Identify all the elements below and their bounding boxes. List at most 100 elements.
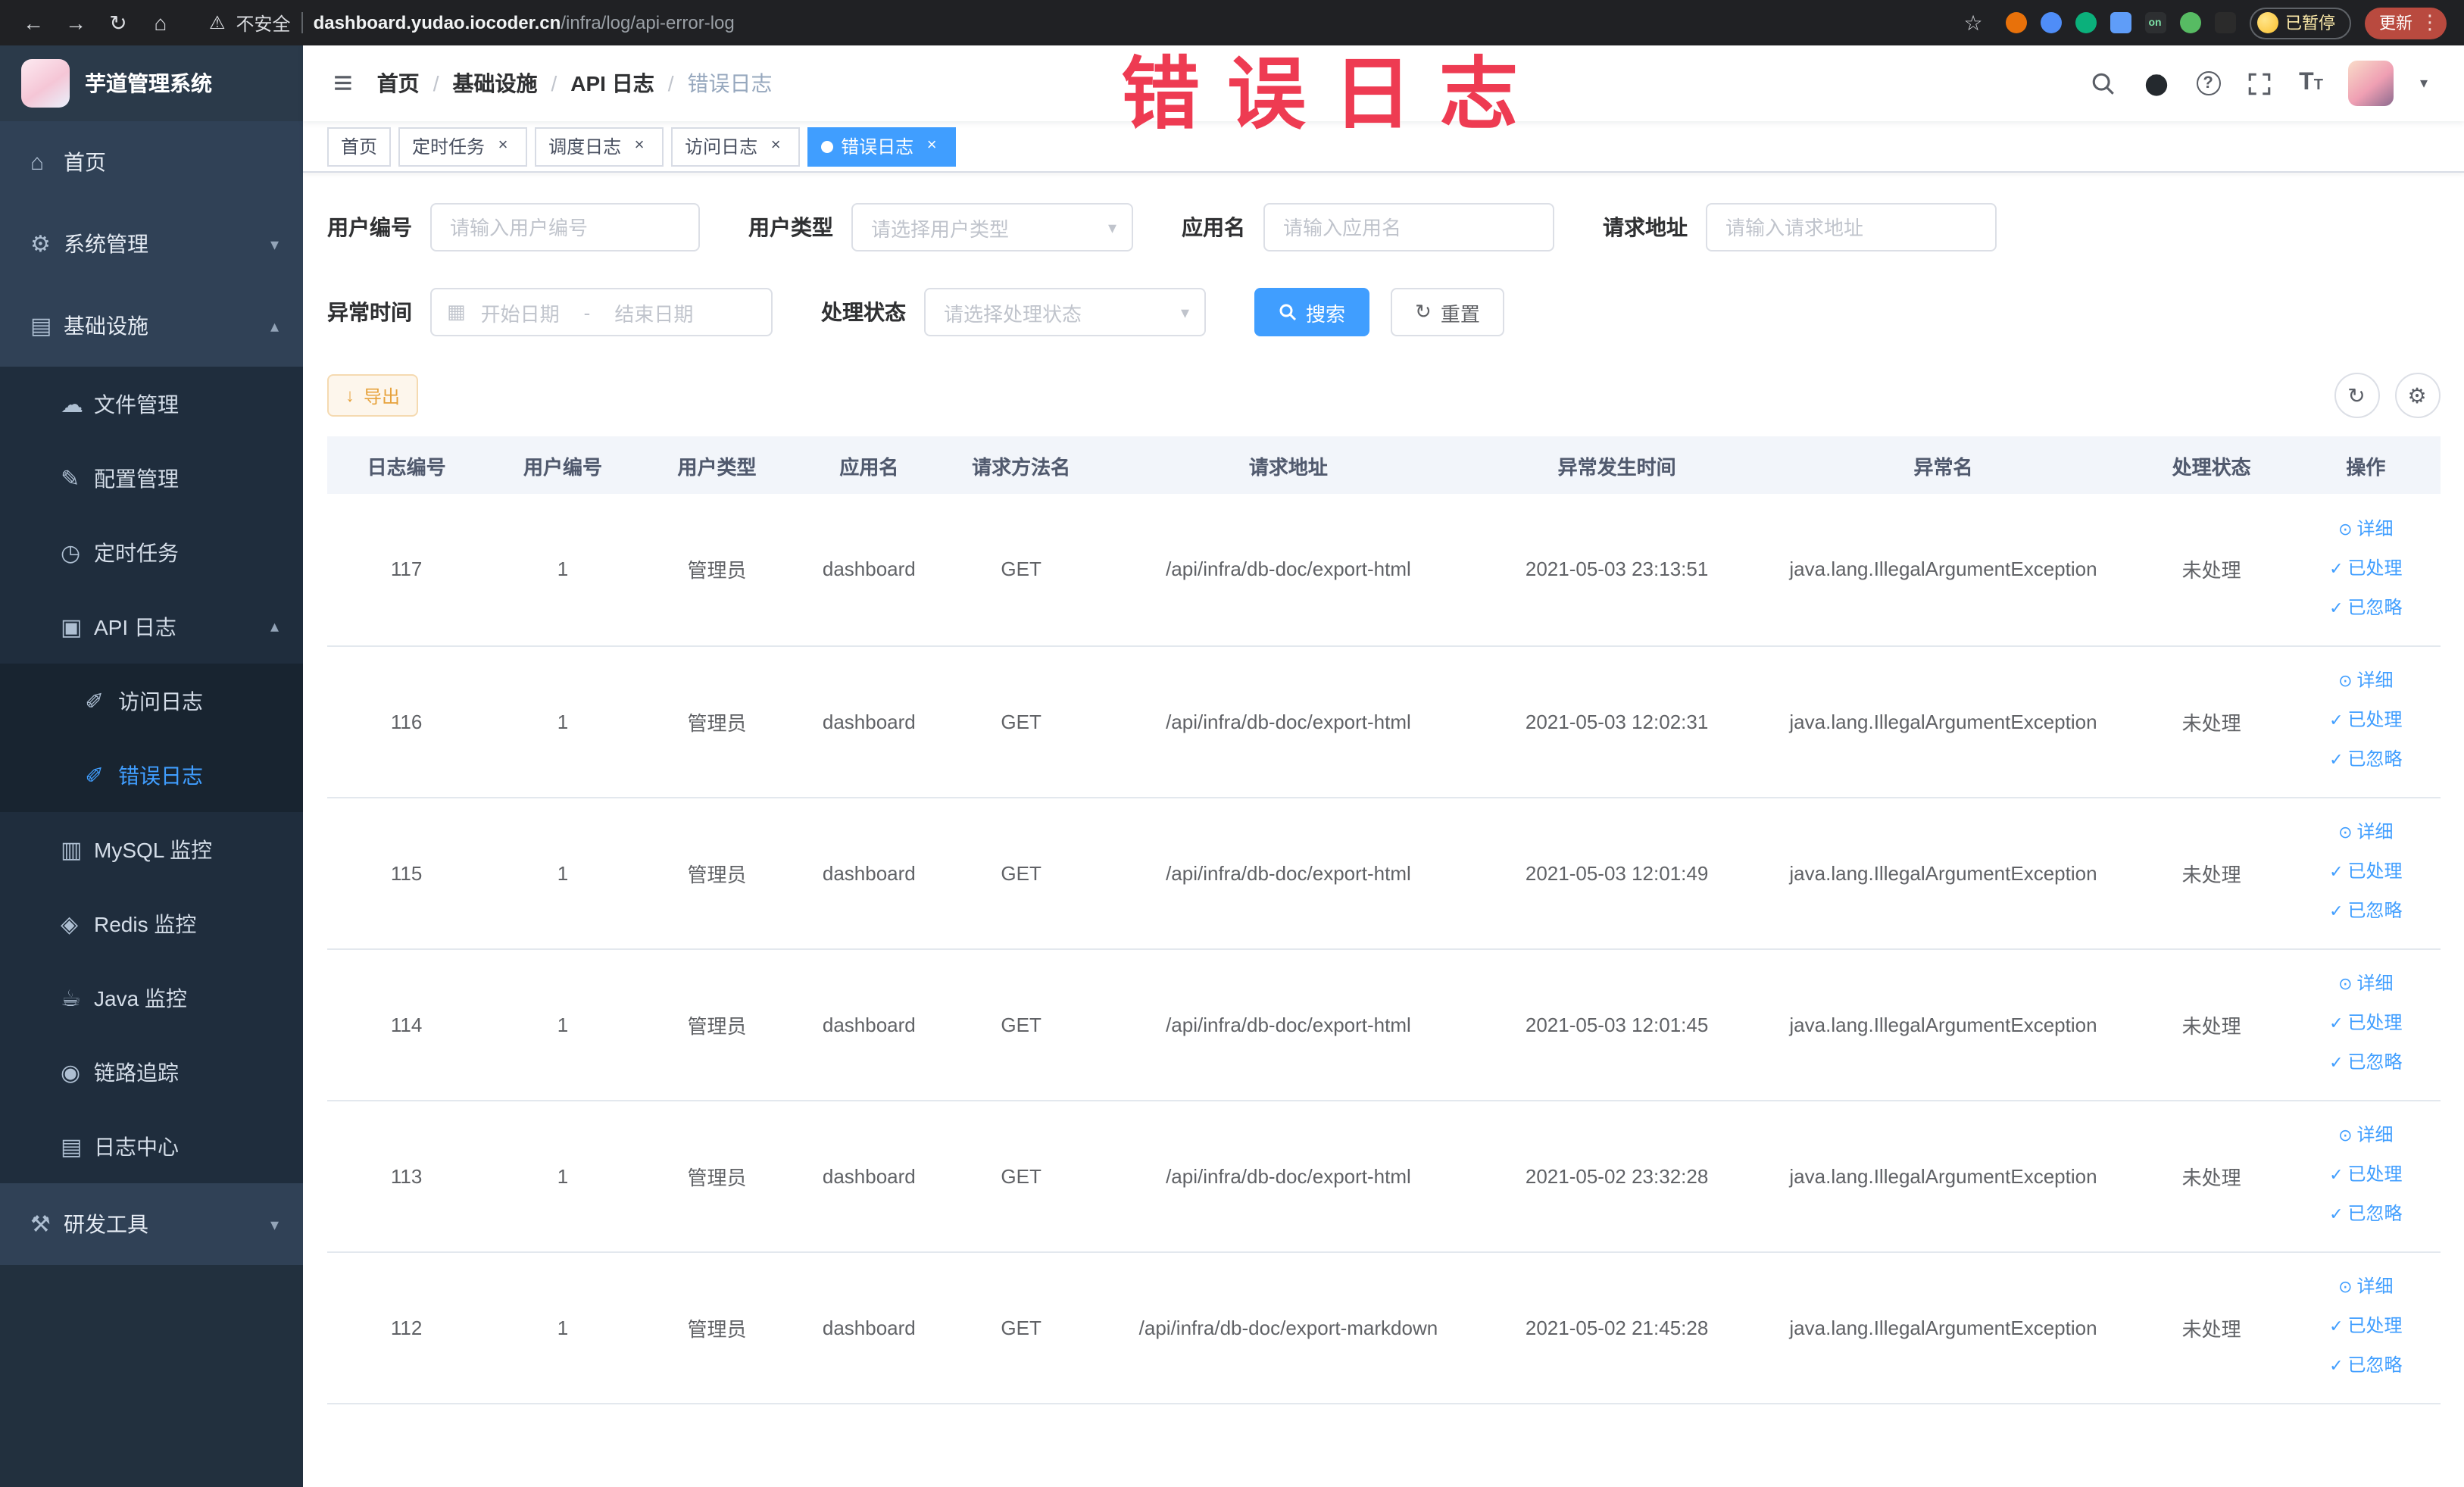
tab-schedule-log[interactable]: 调度日志 × <box>535 127 664 166</box>
profile-chip[interactable]: 已暂停 <box>2249 7 2350 39</box>
user-type-select[interactable]: 请选择用户类型 ▾ <box>851 203 1133 251</box>
breadcrumb-infrastructure[interactable]: 基础设施 <box>452 68 537 98</box>
mark-ignored-link[interactable]: ✓ 已忽略 <box>2292 589 2440 629</box>
app-name-input[interactable] <box>1263 203 1554 251</box>
mark-processed-link[interactable]: ✓ 已处理 <box>2292 701 2440 741</box>
detail-link[interactable]: ⊙ 详细 <box>2292 662 2440 701</box>
mark-processed-link[interactable]: ✓ 已处理 <box>2292 853 2440 892</box>
bookmark-star-icon[interactable]: ☆ <box>1955 10 1991 36</box>
github-icon[interactable] <box>2143 70 2170 97</box>
address-bar[interactable]: ⚠ 不安全 dashboard.yudao.iocoder.cn/infra/l… <box>209 10 1949 36</box>
search-button[interactable]: 搜索 <box>1254 288 1370 336</box>
browser-menu-icon[interactable]: ⋮ <box>2420 11 2440 35</box>
user-id-input[interactable] <box>430 203 700 251</box>
ignored-link-label: 已忽略 <box>2347 900 2403 921</box>
browser-back-button[interactable]: ← <box>15 11 52 35</box>
tab-close-icon[interactable]: × <box>765 136 786 157</box>
mark-ignored-link[interactable]: ✓ 已忽略 <box>2292 1044 2440 1083</box>
tab-close-icon[interactable]: × <box>921 136 942 157</box>
font-size-icon[interactable]: TT <box>2299 70 2323 97</box>
sidebar-item-config-management[interactable]: ✎ 配置管理 <box>0 441 303 515</box>
cell-exception-name: java.lang.IllegalArgumentException <box>1755 645 2131 798</box>
request-url-input[interactable] <box>1706 203 1997 251</box>
cell-user-type: 管理员 <box>639 1251 795 1404</box>
tab-close-icon[interactable]: × <box>492 136 514 157</box>
home-icon: ⌂ <box>30 149 45 175</box>
detail-link[interactable]: ⊙ 详细 <box>2292 814 2440 853</box>
mark-processed-link[interactable]: ✓ 已处理 <box>2292 550 2440 589</box>
extension-icon[interactable] <box>2179 12 2200 33</box>
extension-icon[interactable] <box>2110 12 2131 33</box>
mark-processed-link[interactable]: ✓ 已处理 <box>2292 1156 2440 1195</box>
sidebar-item-error-log[interactable]: ✐ 错误日志 <box>0 738 303 812</box>
mark-ignored-link[interactable]: ✓ 已忽略 <box>2292 1195 2440 1235</box>
sidebar-item-system[interactable]: ⚙ 系统管理 ▾ <box>0 203 303 285</box>
sidebar-item-access-log[interactable]: ✐ 访问日志 <box>0 664 303 738</box>
hamburger-icon[interactable]: ≡ <box>321 64 365 103</box>
tab-access-log[interactable]: 访问日志 × <box>671 127 801 166</box>
sidebar-item-home[interactable]: ⌂ 首页 <box>0 121 303 203</box>
sidebar-item-label: API 日志 <box>94 614 176 639</box>
mark-processed-link[interactable]: ✓ 已处理 <box>2292 1004 2440 1044</box>
refresh-table-button[interactable]: ↻ <box>2334 373 2379 418</box>
extension-icon[interactable] <box>2214 12 2235 33</box>
fullscreen-icon[interactable] <box>2246 70 2273 97</box>
filter-process-status: 处理状态 请选择处理状态 ▾ <box>821 288 1206 336</box>
sidebar-item-label: 链路追踪 <box>94 1060 179 1084</box>
calendar-icon: ▦ <box>447 300 466 323</box>
processed-link-label: 已处理 <box>2347 1012 2403 1033</box>
process-status-select[interactable]: 请选择处理状态 ▾ <box>924 288 1206 336</box>
column-settings-button[interactable]: ⚙ <box>2394 373 2440 418</box>
browser-refresh-button[interactable]: ↻ <box>100 10 136 36</box>
export-button[interactable]: ↓ 导出 <box>327 374 419 417</box>
exception-time-range-picker[interactable]: ▦ 开始日期 - 结束日期 <box>430 288 773 336</box>
end-date-placeholder: 结束日期 <box>614 302 694 325</box>
detail-link[interactable]: ⊙ 详细 <box>2292 1117 2440 1156</box>
tab-scheduled-jobs[interactable]: 定时任务 × <box>398 127 528 166</box>
sidebar-item-redis-monitor[interactable]: ◈ Redis 监控 <box>0 886 303 961</box>
browser-forward-button[interactable]: → <box>58 11 94 35</box>
detail-link[interactable]: ⊙ 详细 <box>2292 1268 2440 1307</box>
extension-icon[interactable] <box>2075 12 2096 33</box>
extension-icon[interactable] <box>2040 12 2061 33</box>
sidebar-item-scheduled-jobs[interactable]: ◷ 定时任务 <box>0 515 303 589</box>
mark-ignored-link[interactable]: ✓ 已忽略 <box>2292 1347 2440 1386</box>
chevron-down-icon[interactable]: ▾ <box>2420 75 2428 92</box>
detail-link-label: 详细 <box>2356 517 2394 539</box>
detail-link[interactable]: ⊙ 详细 <box>2292 511 2440 550</box>
tab-home[interactable]: 首页 <box>327 127 392 166</box>
sidebar-item-api-log[interactable]: ▣ API 日志 ▴ <box>0 589 303 664</box>
sidebar-item-log-center[interactable]: ▤ 日志中心 <box>0 1109 303 1183</box>
reset-button[interactable]: ↻ 重置 <box>1391 288 1504 336</box>
detail-link-label: 详细 <box>2356 973 2394 994</box>
detail-link[interactable]: ⊙ 详细 <box>2292 965 2440 1004</box>
cell-status: 未处理 <box>2131 1100 2292 1252</box>
cell-user-id: 1 <box>486 1251 640 1404</box>
gear-icon: ⚙ <box>30 232 51 258</box>
tab-close-icon[interactable]: × <box>629 136 650 157</box>
sidebar-item-dev-tools[interactable]: ⚒ 研发工具 ▾ <box>0 1183 303 1265</box>
extension-icon[interactable]: on <box>2144 12 2166 33</box>
mark-ignored-link[interactable]: ✓ 已忽略 <box>2292 741 2440 780</box>
mark-processed-link[interactable]: ✓ 已处理 <box>2292 1307 2440 1347</box>
cell-app-name: dashboard <box>794 1251 945 1404</box>
url-path: /infra/log/api-error-log <box>561 12 735 33</box>
sidebar-item-java-monitor[interactable]: ☕ Java 监控 <box>0 961 303 1035</box>
breadcrumb-home[interactable]: 首页 <box>377 68 420 98</box>
exception-time-label: 异常时间 <box>327 300 412 324</box>
extension-icon[interactable] <box>2005 12 2026 33</box>
tab-error-log[interactable]: 错误日志 × <box>807 127 957 166</box>
sidebar-item-file-management[interactable]: ☁ 文件管理 <box>0 367 303 441</box>
browser-home-button[interactable]: ⌂ <box>142 11 179 35</box>
update-button[interactable]: 更新 ⋮ <box>2364 7 2446 39</box>
sidebar-item-mysql-monitor[interactable]: ▥ MySQL 监控 <box>0 812 303 886</box>
sidebar-item-infrastructure[interactable]: ▤ 基础设施 ▴ <box>0 285 303 367</box>
breadcrumb-api-log[interactable]: API 日志 <box>570 68 654 98</box>
sidebar-item-tracing[interactable]: ◉ 链路追踪 <box>0 1035 303 1109</box>
mark-ignored-link[interactable]: ✓ 已忽略 <box>2292 892 2440 932</box>
search-icon[interactable] <box>2090 70 2117 97</box>
cell-actions: ⊙ 详细 ✓ 已处理 ✓ 已忽略 <box>2291 494 2440 646</box>
user-avatar[interactable] <box>2348 61 2394 106</box>
help-icon[interactable]: ? <box>2196 71 2221 95</box>
table-toolbar-right: ↻ ⚙ <box>2334 373 2440 418</box>
